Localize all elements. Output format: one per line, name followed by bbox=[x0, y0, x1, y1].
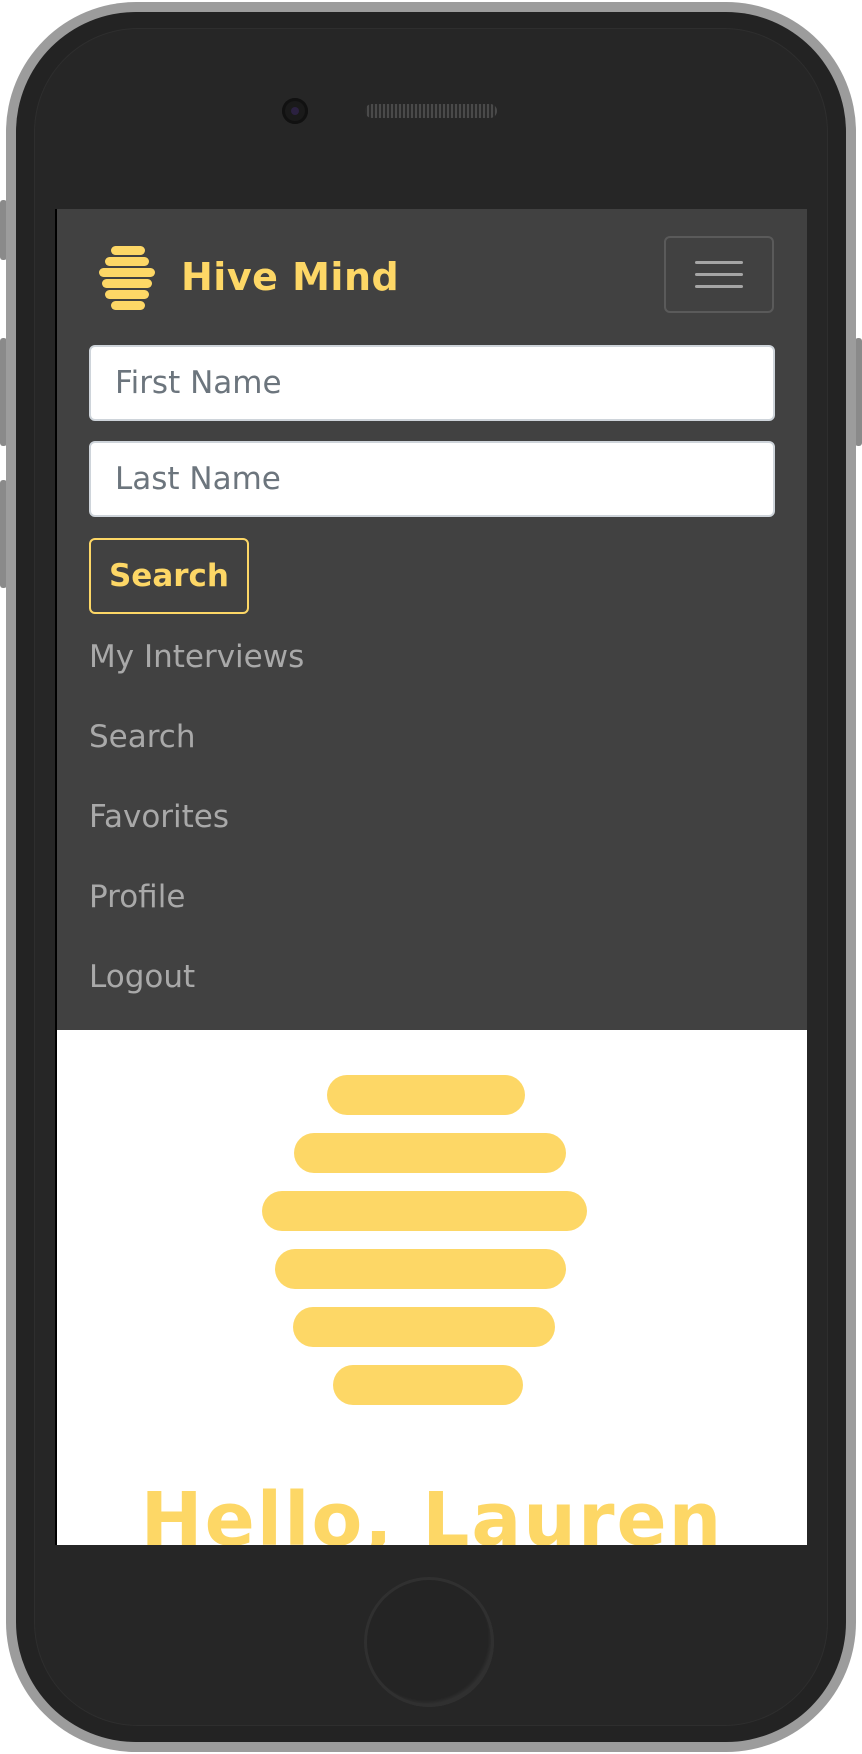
navbar: Hive Mind Search My Interviews Search Fa… bbox=[57, 209, 807, 1030]
nav-item-profile[interactable]: Profile bbox=[89, 857, 304, 937]
nav-item-logout[interactable]: Logout bbox=[89, 937, 304, 1017]
nav-item-favorites[interactable]: Favorites bbox=[89, 777, 304, 857]
hive-logo-icon bbox=[99, 242, 157, 312]
main-content: Hello, Lauren bbox=[57, 1030, 807, 1545]
home-button[interactable] bbox=[364, 1577, 494, 1707]
search-button[interactable]: Search bbox=[89, 538, 249, 614]
phone-frame: Hive Mind Search My Interviews Search Fa… bbox=[0, 0, 862, 1754]
power-button bbox=[855, 338, 862, 446]
front-camera bbox=[282, 98, 308, 124]
nav-item-search[interactable]: Search bbox=[89, 697, 304, 777]
first-name-input[interactable] bbox=[89, 345, 775, 421]
last-name-input[interactable] bbox=[89, 441, 775, 517]
greeting-heading: Hello, Lauren bbox=[140, 1477, 724, 1545]
nav-links: My Interviews Search Favorites Profile L… bbox=[89, 617, 304, 1017]
brand-name: Hive Mind bbox=[181, 255, 400, 299]
screen: Hive Mind Search My Interviews Search Fa… bbox=[55, 209, 807, 1545]
nav-item-my-interviews[interactable]: My Interviews bbox=[89, 617, 304, 697]
hamburger-menu-button[interactable] bbox=[664, 236, 774, 313]
brand-link[interactable]: Hive Mind bbox=[99, 242, 399, 312]
hamburger-menu-icon bbox=[695, 261, 743, 264]
earpiece-speaker bbox=[365, 104, 497, 118]
